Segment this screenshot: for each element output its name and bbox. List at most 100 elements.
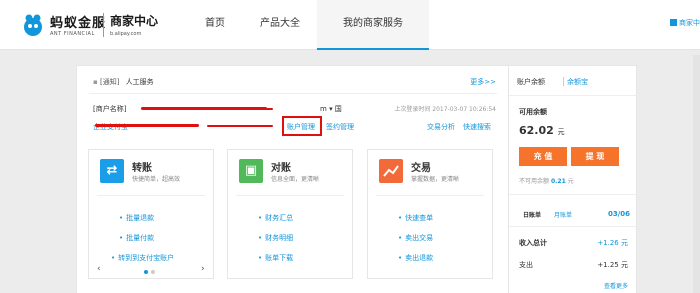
unavailable-label: 不可用余额 xyxy=(519,178,550,185)
dot-icon: • xyxy=(398,234,403,242)
top-header: 蚂蚁金服 ANT FINANCIAL 商家中心 b.alipay.com 首页 … xyxy=(0,0,700,50)
dot-icon: • xyxy=(398,254,403,262)
recharge-button[interactable]: 充 值 xyxy=(519,147,567,166)
card-divider xyxy=(376,195,484,196)
card-item[interactable]: • 账单下载 xyxy=(258,253,293,263)
available-balance-amount: 62.02 元 xyxy=(519,124,565,137)
trade-chart-icon xyxy=(379,159,403,183)
unavailable-value: 0.21 xyxy=(550,178,566,185)
income-value: +1.26 元 xyxy=(597,239,628,247)
card-title[interactable]: 转账 xyxy=(132,159,152,174)
card-divider xyxy=(97,195,205,196)
balance-value: 62.02 xyxy=(519,124,554,137)
card-item[interactable]: • 快速查单 xyxy=(398,213,433,223)
unavailable-balance: 不可用余额 0.21 元 xyxy=(519,176,574,185)
card-item[interactable]: • 批量付款 xyxy=(119,233,154,243)
tab-separator xyxy=(563,77,564,86)
page-scrollbar[interactable] xyxy=(693,55,700,293)
card-title[interactable]: 对账 xyxy=(271,159,291,174)
divider xyxy=(509,95,637,96)
last-login-time: 上次登录时间 2017-03-07 10:26:54 xyxy=(394,106,496,113)
carousel-dot[interactable] xyxy=(151,270,155,274)
card-subtitle: 快捷简单，超高效 xyxy=(132,176,181,183)
card-item-label: 卖出交易 xyxy=(405,234,434,242)
expense-label: 支出 xyxy=(519,261,533,269)
card-item-label: 财务汇总 xyxy=(265,214,294,222)
redaction-mark xyxy=(95,124,199,127)
card-item[interactable]: • 卖出退款 xyxy=(398,253,433,263)
redaction-mark xyxy=(207,125,273,127)
card-item-label: 批量退款 xyxy=(126,214,155,222)
card-item-label: 批量付款 xyxy=(126,234,155,242)
dot-icon: • xyxy=(398,214,403,222)
nav-my-services[interactable]: 我的商家服务 xyxy=(317,0,429,50)
dot-icon: • xyxy=(258,234,263,242)
tab-yuebao[interactable]: 余额宝 xyxy=(567,77,588,87)
dot-icon: • xyxy=(119,214,124,222)
divider xyxy=(509,226,637,227)
card-subtitle: 信息全面，更清晰 xyxy=(271,176,320,183)
withdraw-button[interactable]: 提 现 xyxy=(571,147,619,166)
notice-more-link[interactable]: 更多>> xyxy=(470,77,496,87)
bullet-icon: ▪ xyxy=(93,78,100,86)
merchant-center-link[interactable]: 商家中 xyxy=(670,18,700,28)
tab-monthly-bill[interactable]: 月账单 xyxy=(554,210,572,219)
ant-logo-icon xyxy=(24,14,42,36)
dot-icon: • xyxy=(119,234,124,242)
card-item-label: 账单下载 xyxy=(265,254,294,262)
tab-account-balance[interactable]: 账户余额 xyxy=(517,77,545,87)
notice-bar: ▪ [通知] 人工服务 xyxy=(93,77,154,87)
merchant-center-label: 商家中 xyxy=(679,19,700,27)
reconcile-card: ▣ 对账 信息全面，更清晰 • 财务汇总 • 财务明细 • 账单下载 xyxy=(227,149,353,279)
notice-tag: [通知] xyxy=(99,78,120,86)
dot-icon: • xyxy=(111,254,116,262)
logo-separator xyxy=(103,13,104,37)
notice-text[interactable]: 人工服务 xyxy=(126,78,154,86)
ant-financial-logo[interactable]: 蚂蚁金服 ANT FINANCIAL 商家中心 b.alipay.com xyxy=(18,9,163,41)
account-name: [商户名称] xyxy=(93,105,127,113)
trend-line-icon xyxy=(383,165,399,177)
available-balance-label: 可用余额 xyxy=(519,108,547,116)
transfer-card: ⇄ 转账 快捷简单，超高效 • 批量退款 • 批量付款 • 转到到支付宝账户 ‹ › xyxy=(88,149,214,279)
account-id-suffix: m xyxy=(320,105,327,113)
card-item-label: 财务明细 xyxy=(265,234,294,242)
balance-panel: 账户余额 余额宝 可用余额 62.02 元 充 值 提 现 不可用余额 0.21… xyxy=(509,65,637,293)
nav-products[interactable]: 产品大全 xyxy=(260,0,300,50)
account-dropdown-hint: ▾ 国 xyxy=(329,105,342,113)
sign-management-link[interactable]: 签约管理 xyxy=(326,122,354,132)
carousel-dot[interactable] xyxy=(144,270,148,274)
card-item[interactable]: • 转到到支付宝账户 xyxy=(111,253,174,263)
card-item[interactable]: • 批量退款 xyxy=(119,213,154,223)
divider xyxy=(509,194,637,195)
center-url: b.alipay.com xyxy=(110,31,142,37)
card-subtitle: 掌握数据，更清晰 xyxy=(411,176,460,183)
redaction-mark xyxy=(141,107,267,110)
card-item[interactable]: • 卖出交易 xyxy=(398,233,433,243)
account-management-link[interactable]: 账户管理 xyxy=(287,122,315,132)
bill-date: 03/06 xyxy=(607,210,630,218)
card-item[interactable]: • 财务汇总 xyxy=(258,213,293,223)
chevron-left-icon[interactable]: ‹ xyxy=(97,264,101,274)
expense-value: +1.25 元 xyxy=(597,261,628,269)
tab-daily-bill[interactable]: 日账单 xyxy=(523,210,541,219)
card-divider xyxy=(236,195,344,196)
income-label: 收入总计 xyxy=(519,239,547,247)
trade-analysis-link[interactable]: 交易分析 xyxy=(427,122,455,132)
account-dropdown[interactable]: m ▾ 国 xyxy=(320,104,342,114)
card-title[interactable]: 交易 xyxy=(411,159,431,174)
chevron-right-icon[interactable]: › xyxy=(201,264,205,274)
carousel-dots xyxy=(144,267,158,276)
quick-search-link[interactable]: 快速搜索 xyxy=(463,122,491,132)
card-item-label: 转到到支付宝账户 xyxy=(118,254,175,262)
balance-unit: 元 xyxy=(557,128,565,136)
main-panel: ▪ [通知] 人工服务 更多>> [商户名称] m ▾ 国 上次登录时间 201… xyxy=(76,65,509,293)
view-more-link[interactable]: 查看更多 xyxy=(604,281,628,290)
transfer-icon: ⇄ xyxy=(100,159,124,183)
nav-home[interactable]: 首页 xyxy=(205,0,225,50)
reconcile-icon: ▣ xyxy=(239,159,263,183)
brand-name-en: ANT FINANCIAL xyxy=(50,31,95,37)
card-item-label: 卖出退款 xyxy=(405,254,434,262)
unavailable-unit: 元 xyxy=(567,178,574,185)
card-item[interactable]: • 财务明细 xyxy=(258,233,293,243)
dot-icon: • xyxy=(258,254,263,262)
